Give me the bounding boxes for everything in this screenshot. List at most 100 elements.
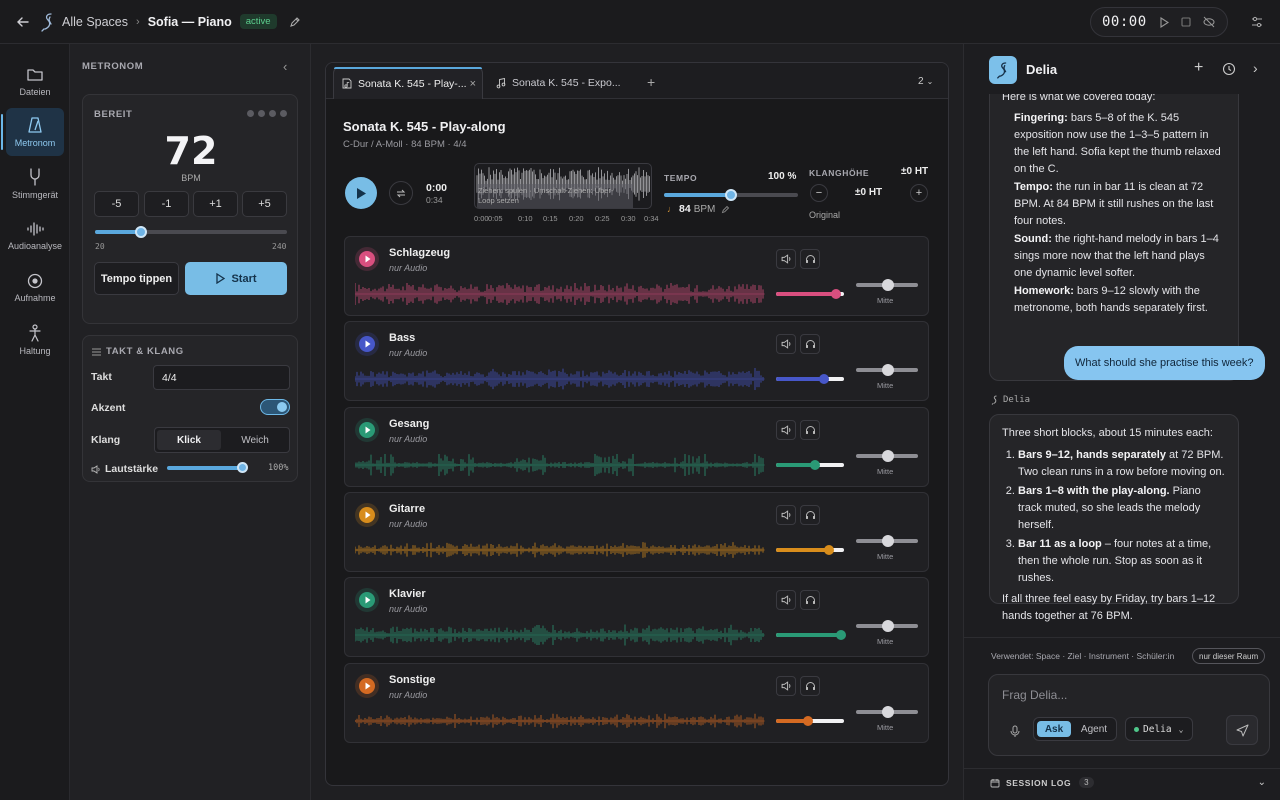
- mute-speaker-icon[interactable]: [776, 675, 796, 696]
- stop-icon[interactable]: [1181, 17, 1191, 27]
- rail-item-dateien[interactable]: Dateien: [6, 58, 64, 106]
- solo-headphones-icon[interactable]: [800, 590, 820, 611]
- status-badge: active: [239, 14, 277, 29]
- track-pan-slider[interactable]: [856, 534, 918, 547]
- track-pan-slider[interactable]: [856, 620, 918, 633]
- pan-knob[interactable]: [882, 705, 894, 718]
- pitch-plus-button[interactable]: +: [910, 184, 928, 202]
- collapse-chevron-icon[interactable]: ‹: [283, 59, 287, 74]
- track-play-button[interactable]: [355, 247, 379, 271]
- tap-tempo-button[interactable]: Tempo tippen: [94, 262, 179, 295]
- model-selector[interactable]: Delia ⌄: [1125, 717, 1193, 741]
- pitch-minus-button[interactable]: −: [810, 184, 828, 202]
- track-pan-slider[interactable]: [856, 705, 918, 718]
- volume-knob[interactable]: [836, 630, 847, 641]
- solo-headphones-icon[interactable]: [800, 675, 820, 696]
- solo-headphones-icon[interactable]: [800, 419, 820, 440]
- track-play-button[interactable]: [355, 502, 379, 527]
- klang-option-weich[interactable]: Weich: [223, 430, 287, 450]
- bpm-plus-1-button[interactable]: +1: [193, 191, 238, 217]
- waveform-overview[interactable]: Ziehen: spulen · Umschalt-Ziehen: Über- …: [474, 163, 652, 209]
- volume-slider[interactable]: [167, 462, 248, 473]
- solo-headphones-icon[interactable]: [800, 249, 820, 269]
- microphone-icon[interactable]: [1010, 725, 1020, 738]
- history-clock-icon[interactable]: [1222, 62, 1236, 76]
- takt-input[interactable]: 4/4: [153, 365, 290, 390]
- track-play-button[interactable]: [355, 332, 379, 357]
- mute-speaker-icon[interactable]: [776, 590, 796, 611]
- volume-knob[interactable]: [830, 289, 841, 299]
- chat-input[interactable]: Frag Delia...: [1002, 688, 1067, 702]
- track-pan-slider[interactable]: [856, 364, 918, 377]
- start-button[interactable]: Start: [185, 262, 287, 295]
- hide-icon[interactable]: [1203, 16, 1215, 28]
- settings-sliders-icon[interactable]: [1250, 15, 1264, 29]
- track-volume-slider[interactable]: [776, 459, 844, 470]
- track-volume-slider[interactable]: [776, 544, 844, 555]
- pan-knob[interactable]: [882, 620, 894, 633]
- add-tab-button[interactable]: +: [647, 74, 655, 90]
- solo-headphones-icon[interactable]: [800, 334, 820, 355]
- close-tab-icon[interactable]: ×: [470, 78, 476, 90]
- bpm-minus-5-button[interactable]: -5: [94, 191, 139, 217]
- volume-knob[interactable]: [802, 715, 813, 726]
- track-volume-slider[interactable]: [776, 374, 844, 385]
- rail-item-stimmgeraet[interactable]: Stimmgerät: [6, 160, 64, 208]
- mute-speaker-icon[interactable]: [776, 249, 796, 269]
- volume-slider-knob[interactable]: [237, 462, 248, 473]
- volume-knob[interactable]: [810, 459, 821, 470]
- solo-headphones-icon[interactable]: [800, 504, 820, 525]
- main-play-button[interactable]: [345, 177, 377, 209]
- scope-chip[interactable]: nur dieser Raum: [1192, 648, 1266, 664]
- pan-knob[interactable]: [882, 364, 894, 377]
- tab-overflow-menu[interactable]: 2 ⌄: [918, 76, 933, 87]
- bpm-plus-5-button[interactable]: +5: [242, 191, 287, 217]
- session-log-toggle[interactable]: SESSION LOG 3 ⌄: [990, 777, 1266, 788]
- track-volume-slider[interactable]: [776, 715, 844, 726]
- akzent-toggle[interactable]: [260, 399, 290, 415]
- track-pan-slider[interactable]: [856, 449, 918, 462]
- bpm-minus-1-button[interactable]: -1: [144, 191, 189, 217]
- tab-play-along[interactable]: Sonata K. 545 - Play-... ×: [333, 67, 483, 99]
- volume-knob[interactable]: [818, 374, 829, 385]
- mode-ask[interactable]: Ask: [1037, 721, 1071, 737]
- edit-pencil-icon[interactable]: [721, 205, 730, 214]
- pan-knob[interactable]: [882, 279, 894, 291]
- send-button[interactable]: [1226, 715, 1258, 745]
- tempo-slider[interactable]: [664, 189, 798, 201]
- mode-toggle: Ask Agent: [1033, 717, 1117, 741]
- klang-option-klick[interactable]: Klick: [157, 430, 221, 450]
- mute-speaker-icon[interactable]: [776, 504, 796, 525]
- track-volume-slider[interactable]: [776, 630, 847, 641]
- collapse-panel-chevron-icon[interactable]: ›: [1253, 60, 1258, 76]
- tempo-slider-knob[interactable]: [725, 189, 737, 201]
- volume-knob[interactable]: [824, 544, 835, 555]
- edit-pencil-icon[interactable]: [289, 16, 301, 28]
- loop-button[interactable]: [389, 181, 413, 205]
- pitch-original-button[interactable]: Original: [809, 210, 840, 220]
- track-play-button[interactable]: [355, 673, 379, 698]
- track-play-button[interactable]: [355, 588, 379, 613]
- breadcrumb-root-link[interactable]: Alle Spaces: [62, 15, 128, 29]
- rail-item-haltung[interactable]: Haltung: [6, 316, 64, 364]
- bpm-slider[interactable]: [95, 226, 287, 238]
- pan-knob[interactable]: [882, 534, 894, 547]
- rail-item-aufnahme[interactable]: Aufnahme: [6, 264, 64, 312]
- track-play-button[interactable]: [355, 417, 379, 442]
- back-arrow-icon[interactable]: [14, 13, 32, 31]
- mute-speaker-icon[interactable]: [776, 334, 796, 355]
- track-pan-slider[interactable]: [856, 279, 918, 291]
- rail-item-audioanalyse[interactable]: Audioanalyse: [6, 212, 64, 260]
- track-subtitle: nur Audio: [389, 604, 428, 615]
- pan-knob[interactable]: [882, 449, 894, 462]
- assistant-avatar: [989, 56, 1017, 84]
- new-chat-plus-icon[interactable]: +: [1194, 60, 1203, 76]
- mute-speaker-icon[interactable]: [776, 419, 796, 440]
- track-volume-slider[interactable]: [776, 289, 844, 299]
- mode-agent[interactable]: Agent: [1074, 721, 1114, 737]
- tab-exposition[interactable]: Sonata K. 545 - Expo...: [488, 67, 629, 99]
- bpm-slider-knob[interactable]: [135, 226, 148, 238]
- tick-label: 0:05: [488, 214, 503, 223]
- rail-item-metronom[interactable]: Metronom: [1, 108, 64, 156]
- play-icon[interactable]: [1159, 16, 1169, 28]
